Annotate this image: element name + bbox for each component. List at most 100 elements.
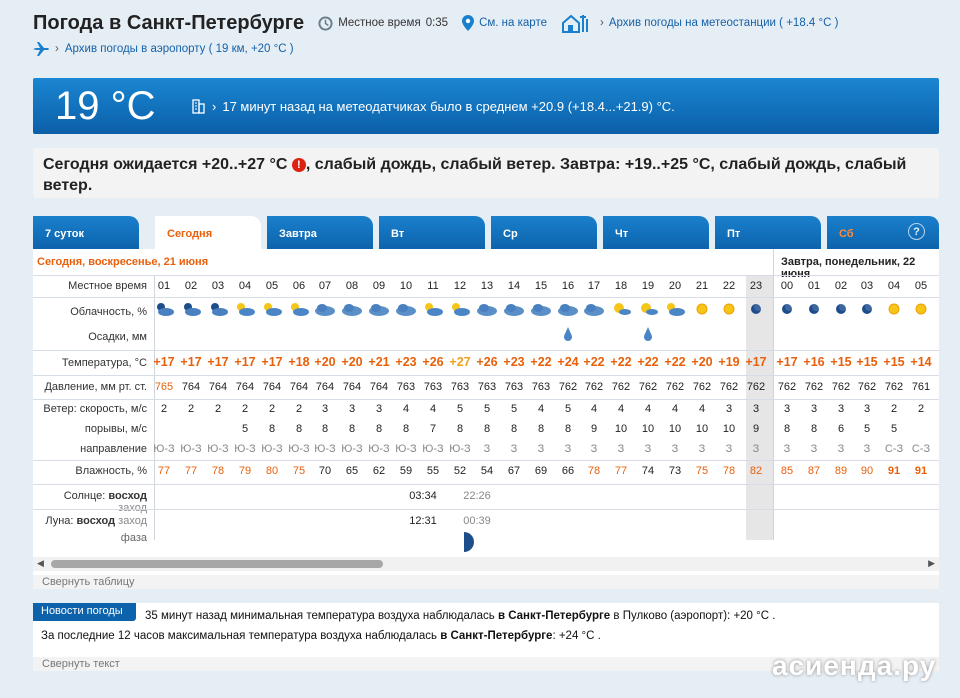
- tab-7-days[interactable]: 7 суток: [33, 216, 139, 249]
- tab-friday[interactable]: Пт: [715, 216, 821, 249]
- gust-cell: 8: [564, 423, 572, 435]
- warning-icon[interactable]: !: [291, 158, 306, 172]
- cloud-icon: [528, 301, 554, 320]
- hour-cell: 09: [372, 280, 386, 292]
- temp-cell: +22: [610, 355, 632, 369]
- temp-cell: +22: [664, 355, 686, 369]
- hour-cell: 03: [860, 280, 874, 292]
- wind-cell: 5: [456, 403, 464, 415]
- pressure-cell: 762: [857, 381, 877, 393]
- wind-cell: 2: [187, 403, 195, 415]
- temp-cell: +15: [883, 355, 905, 369]
- scrollbar-thumb[interactable]: [51, 560, 383, 568]
- humidity-cell: 52: [453, 465, 467, 477]
- help-icon[interactable]: ?: [908, 223, 925, 240]
- gust-cell: 8: [321, 423, 329, 435]
- hour-cell: 01: [807, 280, 821, 292]
- humidity-cell: 54: [480, 465, 494, 477]
- humidity-cell: 65: [345, 465, 359, 477]
- tab-saturday[interactable]: Сб ?: [827, 216, 939, 249]
- collapse-table-link[interactable]: Свернуть таблицу: [33, 575, 939, 589]
- station-archive-link[interactable]: › Архив погоды на метеостанции ( +18.4 °…: [561, 13, 838, 33]
- direction-cell: З: [837, 443, 845, 455]
- partly-cloudy-icon: [286, 301, 312, 320]
- moon-icon: [774, 301, 800, 320]
- label-local-time: Местное время: [68, 280, 147, 292]
- airport-archive-text[interactable]: Архив погоды в аэропорту ( 19 км, +20 °C…: [65, 43, 294, 55]
- hour-cell: 22: [722, 280, 736, 292]
- wind-cell: 2: [268, 403, 276, 415]
- tab-thursday[interactable]: Чт: [603, 216, 709, 249]
- wind-cell: 5: [564, 403, 572, 415]
- cloud-icon: [555, 301, 581, 320]
- row-hours: 01 02 03 04 05 06 07 08 09 10 11 12 13 14 15 16 17 18 19 20…: [151, 280, 939, 296]
- moon-cloud-icon: [151, 301, 177, 320]
- humidity-cell: 77: [157, 465, 171, 477]
- cloud-icon: [393, 301, 419, 320]
- tab-wednesday[interactable]: Ср: [491, 216, 597, 249]
- pressure-cell: 762: [692, 381, 712, 393]
- hour-cell: 12: [453, 280, 467, 292]
- wind-cell: 3: [837, 403, 845, 415]
- hour-cell: 15: [534, 280, 548, 292]
- wind-cell: 4: [590, 403, 598, 415]
- direction-cell: Ю-З: [180, 443, 202, 455]
- gust-cell: 8: [268, 423, 276, 435]
- direction-cell: Ю-З: [288, 443, 310, 455]
- wind-cell: 3: [375, 403, 383, 415]
- local-time-label: Местное время: [338, 17, 421, 29]
- hour-cell: 08: [345, 280, 359, 292]
- gust-cell: 8: [456, 423, 464, 435]
- temp-cell: +17: [776, 355, 798, 369]
- moonrise-time: 12:31: [409, 515, 437, 527]
- humidity-cell: 82: [749, 465, 763, 477]
- humidity-cell: 91: [887, 465, 901, 477]
- humidity-cell: 77: [184, 465, 198, 477]
- temp-cell: +17: [207, 355, 229, 369]
- gust-cell: 8: [537, 423, 545, 435]
- sunset-time: 22:26: [463, 490, 491, 502]
- direction-cell: З: [783, 443, 791, 455]
- map-link-text[interactable]: См. на карте: [479, 17, 547, 29]
- map-link[interactable]: См. на карте: [462, 15, 547, 31]
- humidity-cell: 69: [534, 465, 548, 477]
- direction-cell: Ю-З: [261, 443, 283, 455]
- temp-cell: +20: [691, 355, 713, 369]
- humidity-cell: 79: [238, 465, 252, 477]
- direction-cell: З: [537, 443, 545, 455]
- temp-cell: +14: [910, 355, 932, 369]
- pressure-cell: 762: [831, 381, 851, 393]
- tab-tomorrow[interactable]: Завтра: [267, 216, 373, 249]
- day-header-today: Сегодня, воскресенье, 21 июня: [37, 256, 209, 268]
- pressure-cell: 765: [154, 381, 174, 393]
- label-gusts: порывы, м/с: [84, 423, 147, 435]
- pressure-cell: 764: [342, 381, 362, 393]
- row-wind: 2 2 2 2 2 2 3 3 3 4 4 5 5 5 4 5 4 4 4 4 4 3 3 3 3 3 3 2 2: [151, 403, 939, 419]
- tab-tuesday[interactable]: Вт: [379, 216, 485, 249]
- wind-cell: 4: [617, 403, 625, 415]
- pressure-cell: 762: [611, 381, 631, 393]
- moon-icon: [801, 301, 827, 320]
- current-message: › 17 минут назад на метеодатчиках было в…: [190, 98, 675, 114]
- station-archive-text[interactable]: Архив погоды на метеостанции ( +18.4 °C …: [609, 17, 839, 29]
- moon-icon: [854, 301, 880, 320]
- horizontal-scrollbar[interactable]: ◀ ▶: [33, 557, 939, 571]
- gust-cell: 6: [837, 423, 845, 435]
- row-gusts: 5 8 8 8 8 8 8 7 8 8 8 8 8 9 10 10 10 10 10 9 8 8 6 5 5: [151, 423, 939, 439]
- sun-cloud-icon: [608, 301, 634, 320]
- label-sun: Солнце: восход заход: [63, 490, 147, 514]
- label-pressure: Давление, мм рт. ст.: [44, 381, 147, 393]
- wind-cell: 3: [725, 403, 733, 415]
- wind-cell: 2: [295, 403, 303, 415]
- airport-archive-link[interactable]: › Архив погоды в аэропорту ( 19 км, +20 …: [33, 42, 294, 56]
- temp-cell: +27: [449, 355, 471, 369]
- sun-cloud-icon: [635, 301, 661, 320]
- gust-cell: 7: [429, 423, 437, 435]
- sun-icon: [881, 301, 907, 320]
- humidity-cell: 78: [722, 465, 736, 477]
- tab-today[interactable]: Сегодня: [155, 216, 261, 250]
- news-line-1: 35 минут назад минимальная температура в…: [145, 610, 776, 622]
- gust-cell: 8: [810, 423, 818, 435]
- temp-cell: +26: [422, 355, 444, 369]
- temp-cell: +17: [180, 355, 202, 369]
